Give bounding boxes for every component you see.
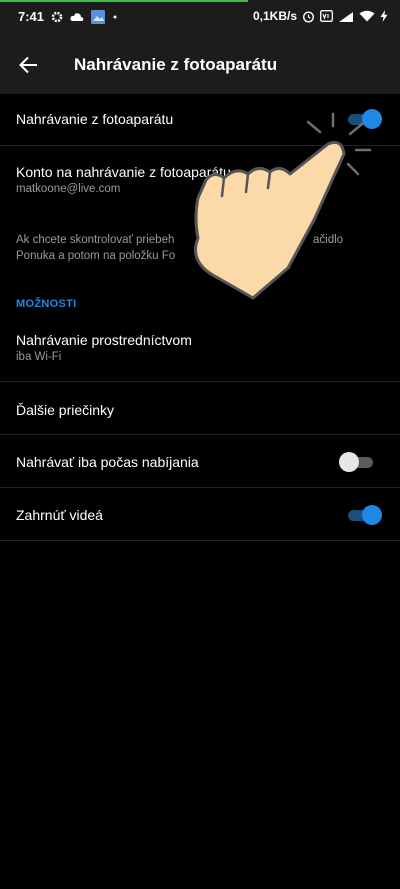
- charging-only-toggle[interactable]: [339, 452, 375, 472]
- dot-icon: [112, 14, 118, 20]
- charging-only-label: Nahrávať iba počas nabíjania: [16, 454, 199, 470]
- charging-only-row[interactable]: Nahrávať iba počas nabíjania: [0, 435, 400, 488]
- progress-line: [0, 0, 248, 2]
- upload-hint-text: Ak chcete skontrolovať priebeh ačidlo Po…: [16, 232, 386, 264]
- upload-via-row[interactable]: Nahrávanie prostredníctvom iba Wi-Fi: [0, 318, 400, 382]
- vowifi-icon: [320, 10, 333, 22]
- cloud-icon: [70, 12, 84, 22]
- account-email: matkoone@live.com: [16, 183, 121, 195]
- upload-via-value: iba Wi-Fi: [16, 351, 62, 363]
- signal-4g-icon: [338, 10, 354, 22]
- gallery-icon: [91, 9, 106, 24]
- include-videos-row[interactable]: Zahrnúť videá: [0, 488, 400, 541]
- upload-account-row[interactable]: Konto na nahrávanie z fotoaparátu matkoo…: [0, 145, 400, 211]
- hint-line-1-end: ačidlo: [313, 234, 344, 246]
- gear-icon: [51, 11, 63, 23]
- charging-icon: [380, 10, 388, 22]
- camera-upload-row[interactable]: Nahrávanie z fotoaparátu: [0, 94, 400, 146]
- wifi-icon: [359, 10, 375, 22]
- status-time: 7:41: [18, 9, 45, 24]
- hint-line-2: Ponuka a potom na položku Fo: [16, 250, 176, 262]
- arrow-left-icon[interactable]: [16, 52, 42, 78]
- page-title: Nahrávanie z fotoaparátu: [74, 55, 278, 74]
- upload-account-label: Konto na nahrávanie z fotoaparátu: [16, 164, 231, 180]
- more-folders-label: Ďalšie priečinky: [16, 402, 115, 418]
- alarm-icon: [302, 10, 315, 23]
- camera-upload-label: Nahrávanie z fotoaparátu: [16, 111, 174, 127]
- include-videos-label: Zahrnúť videá: [16, 507, 103, 523]
- upload-via-label: Nahrávanie prostredníctvom: [16, 332, 192, 348]
- network-speed: 0,1KB/s: [252, 9, 297, 23]
- more-folders-row[interactable]: Ďalšie priečinky: [0, 382, 400, 435]
- hint-line-1: Ak chcete skontrolovať priebeh: [16, 234, 175, 246]
- camera-upload-toggle[interactable]: [346, 109, 382, 129]
- options-section-header: MOŽNOSTI: [16, 298, 77, 310]
- status-bar: 7:41 0,1KB/s: [0, 0, 400, 36]
- app-bar: Nahrávanie z fotoaparátu: [0, 36, 400, 94]
- include-videos-toggle[interactable]: [346, 505, 382, 525]
